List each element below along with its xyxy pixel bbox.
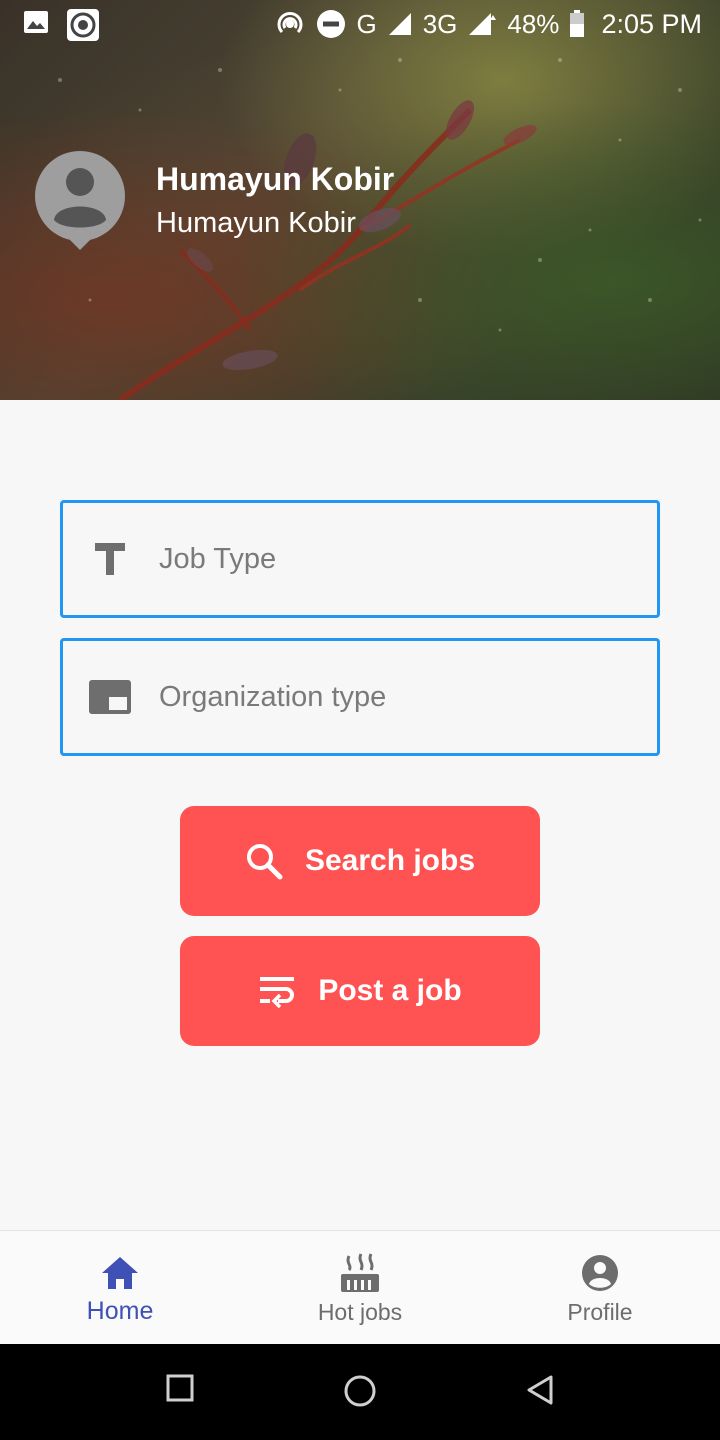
record-notification-icon [67, 9, 99, 41]
account-circle-icon [582, 1255, 618, 1291]
job-type-field[interactable] [60, 500, 660, 618]
status-bar: G 3G 48% 2:05 PM [0, 0, 720, 48]
nav-profile-label: Profile [567, 1299, 633, 1325]
signal-icon-2 [469, 13, 497, 35]
post-job-label: Post a job [318, 974, 462, 1007]
organization-type-input[interactable] [157, 671, 621, 723]
recent-apps-icon[interactable] [166, 1374, 194, 1402]
nav-home-label: Home [86, 1297, 154, 1325]
nav-hot-jobs-label: Hot jobs [317, 1299, 403, 1325]
wrap-text-icon [260, 977, 295, 1008]
job-type-input[interactable] [157, 533, 621, 585]
do-not-disturb-icon [317, 10, 346, 38]
image-notification-icon [24, 11, 48, 33]
nav-home[interactable]: Home [0, 1231, 240, 1345]
nav-profile[interactable]: Profile [480, 1231, 720, 1345]
nav-hot-jobs[interactable]: Hot jobs [240, 1231, 480, 1345]
avatar-icon[interactable] [34, 150, 126, 250]
post-job-button[interactable]: Post a job [180, 936, 540, 1046]
profile-header: G 3G 48% 2:05 PM Humayun Kobir Humayun K… [0, 0, 720, 400]
user-subtitle: Humayun Kobir [156, 207, 356, 239]
organization-type-field[interactable] [60, 638, 660, 756]
home-system-icon[interactable] [343, 1374, 377, 1408]
search-jobs-button[interactable]: Search jobs [180, 806, 540, 916]
back-icon[interactable] [525, 1374, 555, 1406]
bottom-navigation: Home Hot jobs Profile [0, 1230, 720, 1345]
picture-in-picture-icon [89, 680, 131, 714]
profile-summary: Humayun Kobir Humayun Kobir [34, 150, 394, 250]
network-type-label-2: 3G [422, 8, 458, 39]
battery-percent: 48% [507, 8, 560, 39]
user-name: Humayun Kobir [156, 161, 395, 197]
signal-icon [388, 13, 411, 35]
search-jobs-label: Search jobs [304, 844, 476, 877]
network-type-label: G [356, 8, 377, 39]
home-icon [102, 1257, 138, 1289]
system-navigation-bar [0, 1344, 720, 1440]
search-icon [246, 844, 283, 880]
hotspot-icon [277, 12, 303, 34]
battery-icon [570, 10, 585, 37]
text-format-icon [95, 543, 125, 575]
hot-jobs-icon [341, 1253, 379, 1292]
clock: 2:05 PM [601, 8, 702, 39]
